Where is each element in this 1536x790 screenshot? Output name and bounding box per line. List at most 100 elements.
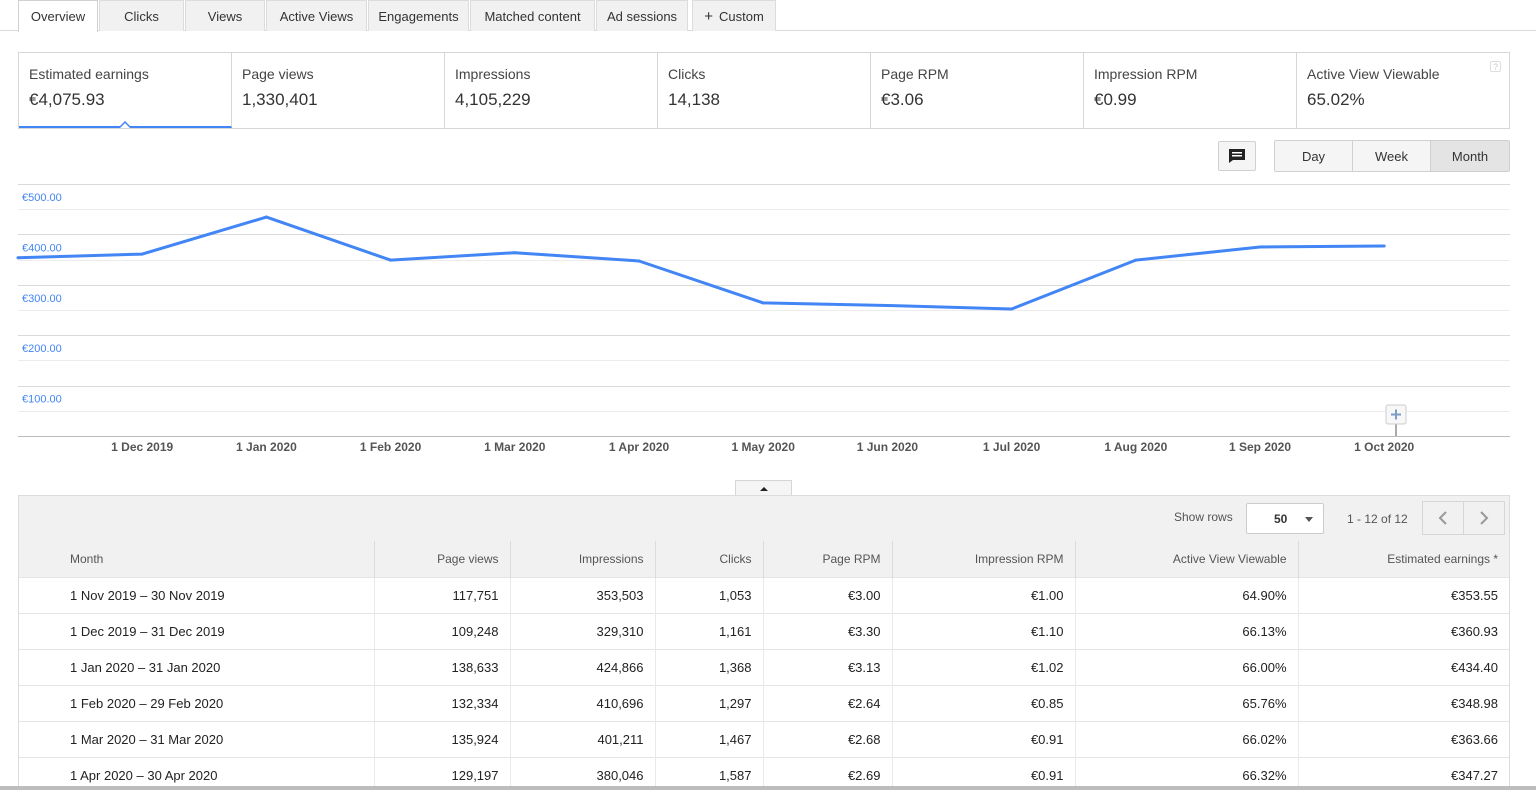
column-header-page-rpm[interactable]: Page RPM [763,541,893,577]
table-cell: 1 Mar 2020 – 31 Mar 2020 [19,720,375,757]
column-header-impressions[interactable]: Impressions [510,541,656,577]
rows-per-page-select[interactable]: 50 [1246,503,1324,534]
table-cell: €434.40 [1298,648,1509,685]
data-point [140,252,144,256]
previous-page-button[interactable] [1423,502,1464,534]
scorecard-page-rpm[interactable]: Page RPM €3.06 [871,53,1084,128]
column-header-active-view-viewable[interactable]: Active View Viewable [1075,541,1299,577]
tab-label: Active Views [279,8,354,24]
table-cell: €3.00 [763,576,893,613]
column-header-page-views[interactable]: Page views [374,541,511,577]
tab-views[interactable]: Views [185,0,265,31]
data-point [637,259,641,263]
table-cell: €353.55 [1298,576,1509,613]
tab-label: Custom [718,8,764,24]
scorecard-estimated-earnings[interactable]: Estimated earnings €4,075.93 [19,53,232,128]
table-cell: 1,053 [655,576,764,613]
table-cell: 1,368 [655,648,764,685]
scorecard-impression-rpm[interactable]: Impression RPM €0.99 [1084,53,1297,128]
table-cell: 117,751 [374,576,511,613]
month-button[interactable]: Month [1431,141,1509,171]
data-point [16,256,20,260]
tab-matched-content[interactable]: Matched content [470,0,595,31]
y-tick-label: €500.00 [22,192,62,204]
table-row: 1 Jan 2020 – 31 Jan 2020 138,633 424,866… [19,648,1509,685]
scorecard-value: €0.99 [1094,90,1137,109]
scorecard-label: Active View Viewable [1307,66,1440,82]
table-cell: €0.91 [892,720,1076,757]
x-tick-label: 1 Dec 2019 [111,440,173,454]
tab-custom[interactable]: + Custom [692,0,776,31]
table-cell: 1 Feb 2020 – 29 Feb 2020 [19,684,375,721]
column-header-clicks[interactable]: Clicks [655,541,764,577]
table-cell: €360.93 [1298,612,1509,649]
plus-icon: + [704,7,713,25]
column-header-month[interactable]: Month [19,541,375,577]
tab-active-views[interactable]: Active Views [266,0,367,31]
table-cell: €2.68 [763,720,893,757]
collapse-chart-button[interactable] [735,480,792,496]
table-cell: 135,924 [374,720,511,757]
x-tick-label: 1 Sep 2020 [1229,440,1291,454]
table-cell: 109,248 [374,612,511,649]
scorecard-value: 4,105,229 [455,90,531,109]
data-point [761,301,765,305]
table-row: 1 Mar 2020 – 31 Mar 2020 135,924 401,211… [19,720,1509,757]
horizontal-scrollbar[interactable] [0,786,1536,790]
data-point [264,215,268,219]
table-row: 1 Feb 2020 – 29 Feb 2020 132,334 410,696… [19,684,1509,721]
table-cell: 66.02% [1075,720,1299,757]
x-tick-label: 1 Jan 2020 [236,440,297,454]
tab-label: Views [207,8,243,24]
day-button[interactable]: Day [1275,141,1353,171]
comment-icon [1229,149,1245,163]
scorecard-clicks[interactable]: Clicks 14,138 [658,53,871,128]
table-row: 1 Nov 2019 – 30 Nov 2019 117,751 353,503… [19,576,1509,613]
scorecard-active-view-viewable[interactable]: Active View Viewable 65.02% ? [1297,53,1509,128]
table-cell: €3.30 [763,612,893,649]
table-cell: 1 Jan 2020 – 31 Jan 2020 [19,648,375,685]
column-header-impression-rpm[interactable]: Impression RPM [892,541,1076,577]
tab-label: Matched content [484,8,581,24]
column-header-estimated-earnings[interactable]: Estimated earnings * [1298,541,1509,577]
chevron-left-icon [1438,511,1447,525]
table-cell: 66.00% [1075,648,1299,685]
scorecard-label: Impressions [455,66,531,82]
table-cell: 65.76% [1075,684,1299,721]
x-tick-label: 1 Oct 2020 [1354,440,1414,454]
x-tick-label: 1 Feb 2020 [360,440,422,454]
x-tick-label: 1 Aug 2020 [1104,440,1167,454]
report-tabs: Overview Clicks Views Active Views Engag… [0,0,1536,32]
help-icon[interactable]: ? [1490,61,1501,72]
data-point [513,251,517,255]
table-cell: €363.66 [1298,720,1509,757]
table-cell: 1 Nov 2019 – 30 Nov 2019 [19,576,375,613]
tab-ad-sessions[interactable]: Ad sessions [596,0,688,31]
scorecard-label: Impression RPM [1094,66,1198,82]
table-cell: 1,467 [655,720,764,757]
next-page-button[interactable] [1464,502,1505,534]
tab-clicks[interactable]: Clicks [99,0,184,31]
tab-overview[interactable]: Overview [18,0,98,32]
table-cell: €348.98 [1298,684,1509,721]
scorecard-page-views[interactable]: Page views 1,330,401 [232,53,445,128]
annotations-button[interactable] [1218,141,1256,171]
table-cell: €1.10 [892,612,1076,649]
y-tick-label: €400.00 [22,242,62,254]
scorecard-impressions[interactable]: Impressions 4,105,229 [445,53,658,128]
scorecard-value: €3.06 [881,90,924,109]
tab-engagements[interactable]: Engagements [368,0,469,31]
table-cell: 64.90% [1075,576,1299,613]
period-toggle: Day Week Month [1274,140,1510,172]
scorecard-label: Page views [242,66,314,82]
table-cell: 401,211 [510,720,656,757]
week-button[interactable]: Week [1353,141,1431,171]
tab-label: Clicks [124,8,159,24]
y-tick-label: €100.00 [22,394,62,406]
data-point [1382,244,1386,248]
earnings-chart: €500.00 €400.00 €300.00 €200.00 €100.00 1 Dec… [16,184,1510,454]
tab-label: Engagements [378,8,459,24]
scorecard-value: 65.02% [1307,90,1365,109]
table-cell: 410,696 [510,684,656,721]
chevron-right-icon [1480,511,1489,525]
